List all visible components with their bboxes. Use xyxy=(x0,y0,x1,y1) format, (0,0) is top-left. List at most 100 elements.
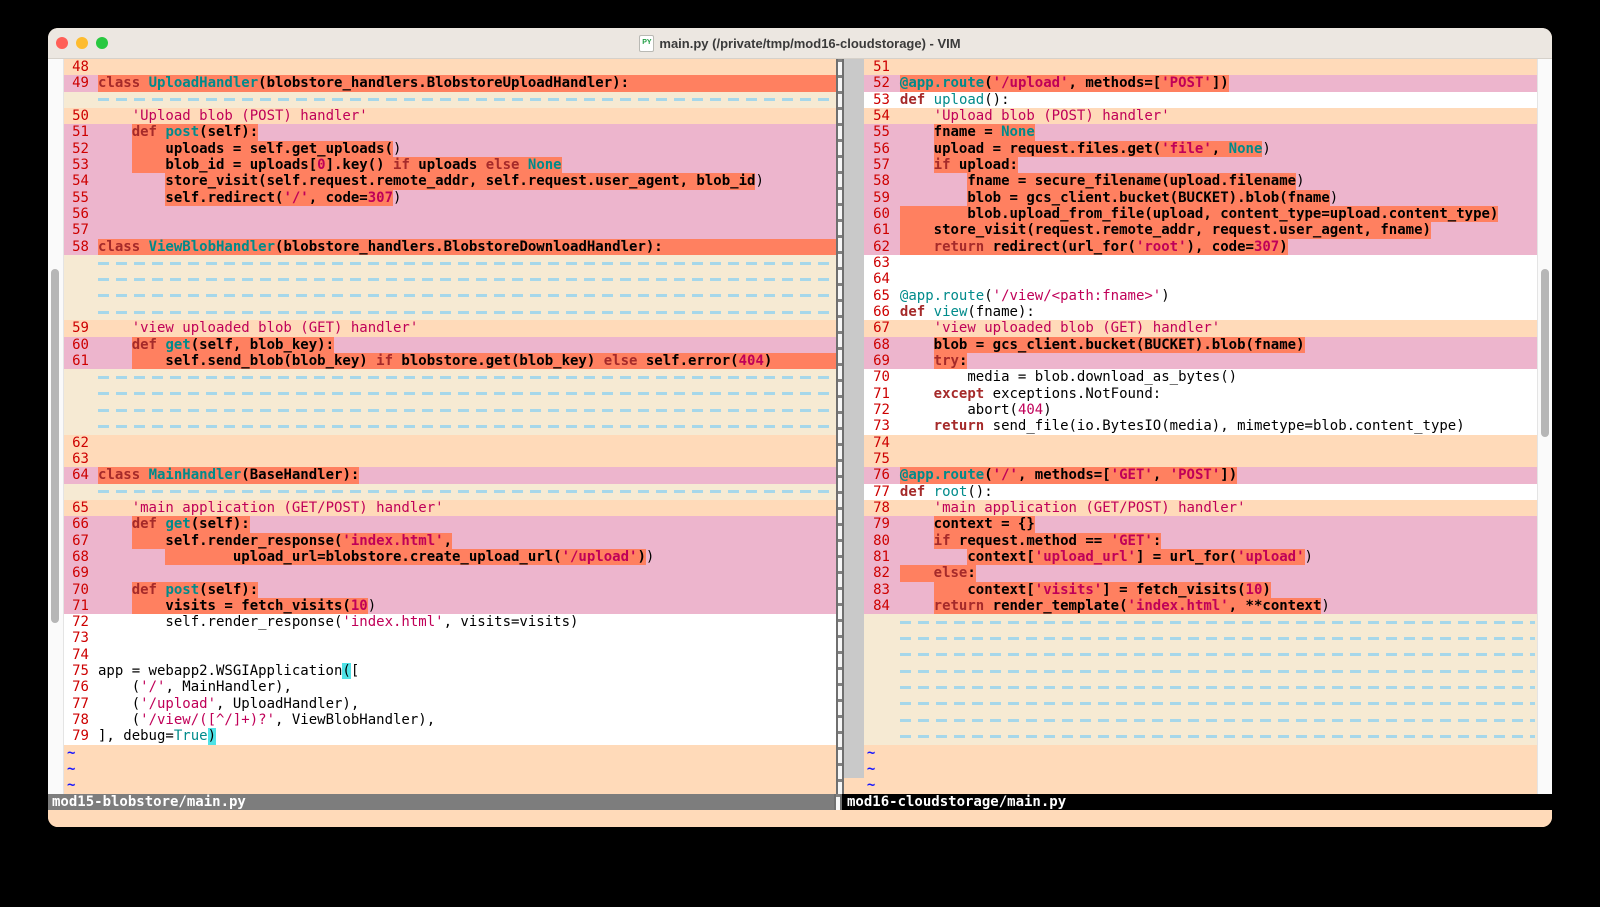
tilde-line[interactable]: ~ xyxy=(864,761,1537,777)
code-line[interactable]: 69 xyxy=(64,565,836,581)
scrollbar-thumb[interactable] xyxy=(1541,269,1549,437)
close-button-icon[interactable] xyxy=(56,37,68,49)
tilde-line[interactable]: ~ xyxy=(864,745,1537,761)
code-line[interactable]: 61 store_visit(request.remote_addr, requ… xyxy=(864,222,1537,238)
code-line[interactable]: 59 blob = gcs_client.bucket(BUCKET).blob… xyxy=(864,190,1537,206)
code-line[interactable]: 67 'view uploaded blob (GET) handler' xyxy=(864,320,1537,336)
diff-filler-line[interactable] xyxy=(64,304,836,320)
diff-filler-line[interactable] xyxy=(64,402,836,418)
code-line[interactable]: 79 context = {} xyxy=(864,516,1537,532)
left-pane-scrollbar[interactable] xyxy=(48,59,64,794)
code-line[interactable]: 84 return render_template('index.html', … xyxy=(864,598,1537,614)
code-line[interactable]: 81 context['upload_url'] = url_for('uplo… xyxy=(864,549,1537,565)
code-line[interactable]: 66 def get(self): xyxy=(64,516,836,532)
code-line[interactable]: 62 return redirect(url_for('root'), code… xyxy=(864,239,1537,255)
diff-filler-line[interactable] xyxy=(64,92,836,108)
statusline-active[interactable]: mod16-cloudstorage/main.py xyxy=(842,794,1552,810)
code-line[interactable]: 52@app.route('/upload', methods=['POST']… xyxy=(864,75,1537,91)
code-line[interactable]: 58 fname = secure_filename(upload.filena… xyxy=(864,173,1537,189)
code-line[interactable]: 68 blob = gcs_client.bucket(BUCKET).blob… xyxy=(864,337,1537,353)
diff-filler-line[interactable] xyxy=(64,386,836,402)
code-line[interactable]: 51 xyxy=(864,59,1537,75)
statusline-inactive[interactable]: mod15-blobstore/main.py xyxy=(48,794,834,810)
diff-filler-line[interactable] xyxy=(864,630,1537,646)
code-line[interactable]: 58class ViewBlobHandler(blobstore_handle… xyxy=(64,239,836,255)
code-line[interactable]: 53def upload(): xyxy=(864,92,1537,108)
code-line[interactable]: 78 ('/view/([^/]+)?', ViewBlobHandler), xyxy=(64,712,836,728)
code-line[interactable]: 57 xyxy=(64,222,836,238)
code-line[interactable]: 56 xyxy=(64,206,836,222)
code-line[interactable]: 76@app.route('/', methods=['GET', 'POST'… xyxy=(864,467,1537,483)
code-line[interactable]: 82 else: xyxy=(864,565,1537,581)
tilde-line[interactable]: ~ xyxy=(864,777,1537,793)
code-line[interactable]: 70 media = blob.download_as_bytes() xyxy=(864,369,1537,385)
diff-filler-line[interactable] xyxy=(64,484,836,500)
code-line[interactable]: 71 visits = fetch_visits(10) xyxy=(64,598,836,614)
code-line[interactable]: 57 if upload: xyxy=(864,157,1537,173)
code-line[interactable]: 62 xyxy=(64,435,836,451)
code-line[interactable]: 63 xyxy=(864,255,1537,271)
code-line[interactable]: 79], debug=True) xyxy=(64,728,836,744)
code-line[interactable]: 53 blob_id = uploads[0].key() if uploads… xyxy=(64,157,836,173)
code-line[interactable]: 64class MainHandler(BaseHandler): xyxy=(64,467,836,483)
code-line[interactable]: 74 xyxy=(64,647,836,663)
code-line[interactable]: 77 ('/upload', UploadHandler), xyxy=(64,696,836,712)
code-line[interactable]: 75 xyxy=(864,451,1537,467)
code-line[interactable]: 83 context['visits'] = fetch_visits(10) xyxy=(864,582,1537,598)
diff-filler-line[interactable] xyxy=(864,679,1537,695)
code-line[interactable]: 55 self.redirect('/', code=307) xyxy=(64,190,836,206)
diff-filler-line[interactable] xyxy=(864,712,1537,728)
code-line[interactable]: 54 'Upload blob (POST) handler' xyxy=(864,108,1537,124)
command-line[interactable] xyxy=(48,810,1552,826)
code-line[interactable]: 72 self.render_response('index.html', vi… xyxy=(64,614,836,630)
code-line[interactable]: 51 def post(self): xyxy=(64,124,836,140)
diff-filler-line[interactable] xyxy=(864,728,1537,744)
code-line[interactable]: 63 xyxy=(64,451,836,467)
code-line[interactable]: 78 'main application (GET/POST) handler' xyxy=(864,500,1537,516)
code-line[interactable]: 64 xyxy=(864,271,1537,287)
code-line[interactable]: 66def view(fname): xyxy=(864,304,1537,320)
minimize-button-icon[interactable] xyxy=(76,37,88,49)
diff-filler-line[interactable] xyxy=(864,614,1537,630)
code-line[interactable]: 73 return send_file(io.BytesIO(media), m… xyxy=(864,418,1537,434)
left-buffer-pane[interactable]: 4849class UploadHandler(blobstore_handle… xyxy=(64,59,836,794)
code-line[interactable]: 75app = webapp2.WSGIApplication([ xyxy=(64,663,836,679)
right-pane-scrollbar[interactable] xyxy=(844,59,864,794)
code-line[interactable]: 59 'view uploaded blob (GET) handler' xyxy=(64,320,836,336)
diff-filler-line[interactable] xyxy=(864,696,1537,712)
code-line[interactable]: 60 def get(self, blob_key): xyxy=(64,337,836,353)
diff-filler-line[interactable] xyxy=(64,418,836,434)
diff-filler-line[interactable] xyxy=(64,255,836,271)
code-line[interactable]: 68 upload_url=blobstore.create_upload_ur… xyxy=(64,549,836,565)
code-line[interactable]: 48 xyxy=(64,59,836,75)
diff-filler-line[interactable] xyxy=(64,369,836,385)
code-line[interactable]: 76 ('/', MainHandler), xyxy=(64,679,836,695)
right-buffer-pane[interactable]: 5152@app.route('/upload', methods=['POST… xyxy=(864,59,1537,794)
code-line[interactable]: 74 xyxy=(864,435,1537,451)
title-bar[interactable]: PY main.py (/private/tmp/mod16-cloudstor… xyxy=(48,28,1552,59)
tilde-line[interactable]: ~ xyxy=(64,761,836,777)
scrollbar-track[interactable] xyxy=(844,59,864,778)
code-line[interactable]: 60 blob.upload_from_file(upload, content… xyxy=(864,206,1537,222)
code-line[interactable]: 50 'Upload blob (POST) handler' xyxy=(64,108,836,124)
code-line[interactable]: 61 self.send_blob(blob_key) if blobstore… xyxy=(64,353,836,369)
code-line[interactable]: 77def root(): xyxy=(864,484,1537,500)
diff-filler-line[interactable] xyxy=(64,271,836,287)
code-line[interactable]: 65 'main application (GET/POST) handler' xyxy=(64,500,836,516)
code-line[interactable]: 67 self.render_response('index.html', xyxy=(64,533,836,549)
code-line[interactable]: 71 except exceptions.NotFound: xyxy=(864,386,1537,402)
diff-filler-line[interactable] xyxy=(864,647,1537,663)
code-line[interactable]: 56 upload = request.files.get('file', No… xyxy=(864,141,1537,157)
code-line[interactable]: 54 store_visit(self.request.remote_addr,… xyxy=(64,173,836,189)
code-line[interactable]: 52 uploads = self.get_uploads() xyxy=(64,141,836,157)
code-line[interactable]: 55 fname = None xyxy=(864,124,1537,140)
tilde-line[interactable]: ~ xyxy=(64,745,836,761)
code-line[interactable]: 69 try: xyxy=(864,353,1537,369)
code-line[interactable]: 73 xyxy=(64,630,836,646)
code-line[interactable]: 65@app.route('/view/<path:fname>') xyxy=(864,288,1537,304)
code-line[interactable]: 80 if request.method == 'GET': xyxy=(864,533,1537,549)
zoom-button-icon[interactable] xyxy=(96,37,108,49)
code-line[interactable]: 72 abort(404) xyxy=(864,402,1537,418)
code-line[interactable]: 49class UploadHandler(blobstore_handlers… xyxy=(64,75,836,91)
diff-filler-line[interactable] xyxy=(864,663,1537,679)
